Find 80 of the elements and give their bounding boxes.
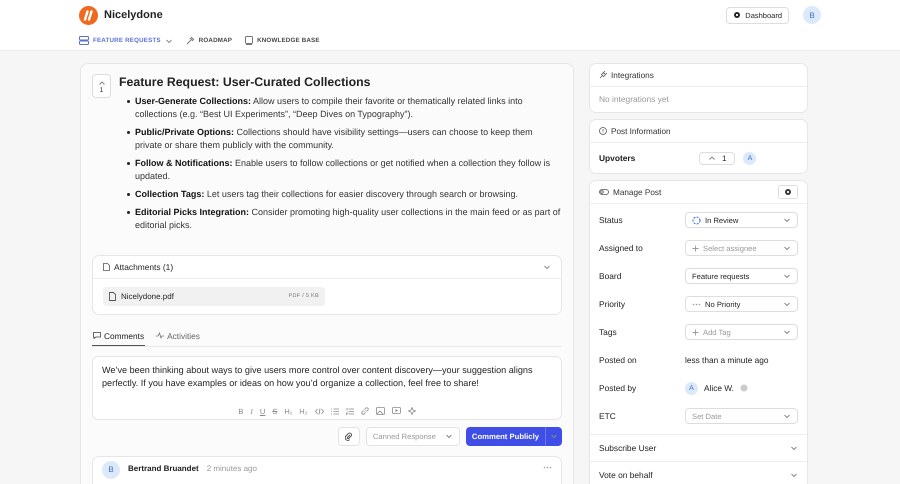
- paperclip-icon: [345, 432, 352, 441]
- bullet-icon: [127, 211, 130, 214]
- user-avatar[interactable]: B: [803, 6, 821, 24]
- document-icon: [109, 292, 116, 301]
- chevron-down-icon: [783, 300, 791, 308]
- field-label: Upvoters: [599, 153, 636, 163]
- pulse-icon: [156, 332, 164, 340]
- book-icon: [245, 36, 254, 45]
- speech-bubble-icon: [93, 332, 101, 340]
- card-title: Integrations: [611, 70, 654, 80]
- field-label: Priority: [599, 299, 626, 309]
- chevron-down-icon: [783, 328, 791, 336]
- settings-button[interactable]: [778, 185, 798, 199]
- code-icon[interactable]: [314, 408, 324, 415]
- dashed-circle-icon: [692, 216, 701, 224]
- field-label: Posted by: [599, 383, 638, 393]
- chevron-up-icon: [98, 78, 106, 86]
- chevron-down-icon: [783, 412, 791, 420]
- post-title: Feature Request: User-Curated Collections: [119, 75, 372, 89]
- chevron-down-icon: [543, 262, 551, 271]
- list-item: Follow & Notifications: Enable users to follow collections or get notified when a collection they follow is updated.: [135, 157, 552, 184]
- field-label: Posted on: [599, 355, 638, 365]
- empty-message: No integrations yet: [598, 93, 670, 106]
- sparkle-icon[interactable]: [408, 407, 416, 416]
- file-icon: [103, 262, 110, 271]
- field-label: ETC: [599, 411, 617, 421]
- collapsible-section[interactable]: Subscribe User: [590, 434, 807, 461]
- field-value: less than a minute ago: [685, 355, 768, 365]
- chevron-down-icon: [444, 432, 453, 440]
- plug-icon: [599, 71, 607, 79]
- card-title: Post Information: [611, 126, 671, 136]
- file-name: Nicelydone.pdf: [121, 292, 175, 301]
- comment-text: We’ve been thinking about ways to give users more control over content discovery—your suggestion aligns perfectly. If you have examples or ideas on how you’d organize a collection, feel free to share!: [102, 364, 534, 390]
- video-icon[interactable]: [392, 407, 401, 416]
- chevron-down-icon: [790, 444, 798, 452]
- comment-time: 2 minutes ago: [206, 464, 257, 473]
- collapsible-section[interactable]: Vote on behalf: [590, 461, 807, 484]
- field-label: Board: [599, 271, 622, 281]
- attach-button[interactable]: [338, 426, 360, 446]
- card-title: Manage Post: [613, 188, 662, 196]
- bullet-list-icon[interactable]: [330, 408, 339, 415]
- list-item: User-Generate Collections: Allow users to compile their favorite or thematically related links into collections (e.g. “Best UI Experiments”, “Deep Dives on Typography”).: [135, 95, 524, 122]
- field-label: Status: [599, 215, 624, 225]
- dots-icon: [692, 302, 701, 306]
- chevron-down-icon: [783, 244, 791, 252]
- plus-icon: [692, 244, 699, 252]
- more-icon[interactable]: [543, 466, 552, 469]
- chevron-up-icon: [708, 154, 716, 162]
- bullet-icon: [127, 131, 130, 134]
- bullet-icon: [127, 100, 130, 103]
- user-avatar: B: [102, 460, 120, 479]
- bullet-icon: [127, 162, 130, 166]
- toggle-icon: [599, 189, 609, 195]
- link-icon[interactable]: [360, 407, 369, 416]
- rows-icon: [79, 36, 89, 45]
- list-item: Editorial Picks Integration: Consider promoting high-quality user collections in the main feed or as part of editorial picks.: [135, 206, 562, 232]
- chevron-down-icon: [550, 432, 558, 440]
- tab[interactable]: Activities: [155, 330, 201, 346]
- chevron-down-icon: [790, 471, 798, 479]
- field-label: Tags: [599, 327, 618, 337]
- info-dot-icon: [740, 384, 748, 392]
- bullet-icon: [127, 193, 130, 196]
- comment-author: Bertrand Bruandet: [128, 464, 199, 473]
- attachments-title: Attachments (1): [114, 262, 174, 272]
- image-icon[interactable]: [376, 407, 385, 416]
- tab[interactable]: Comments: [92, 330, 146, 346]
- list-item: Collection Tags: Let users tag their collections for easier discovery through search or browsing.: [135, 188, 518, 202]
- chevron-down-icon: [783, 216, 791, 224]
- chevron-down-icon: [783, 272, 791, 280]
- user-name: Alice W.: [704, 383, 734, 393]
- logo-icon: [79, 6, 98, 24]
- app-name: Nicelydone: [104, 9, 163, 21]
- numbered-list-icon[interactable]: [346, 408, 354, 415]
- field-label: Assigned to: [599, 243, 644, 253]
- upvote-button[interactable]: 1: [699, 152, 736, 164]
- comment-editor[interactable]: [92, 356, 562, 420]
- list-item: Public/Private Options: Collections should have visibility settings—users can choose to keep them private or share them publicly with the community.: [135, 126, 534, 152]
- chevron-down-icon: [164, 36, 173, 44]
- info-icon: [599, 127, 607, 135]
- plus-icon: [692, 328, 699, 336]
